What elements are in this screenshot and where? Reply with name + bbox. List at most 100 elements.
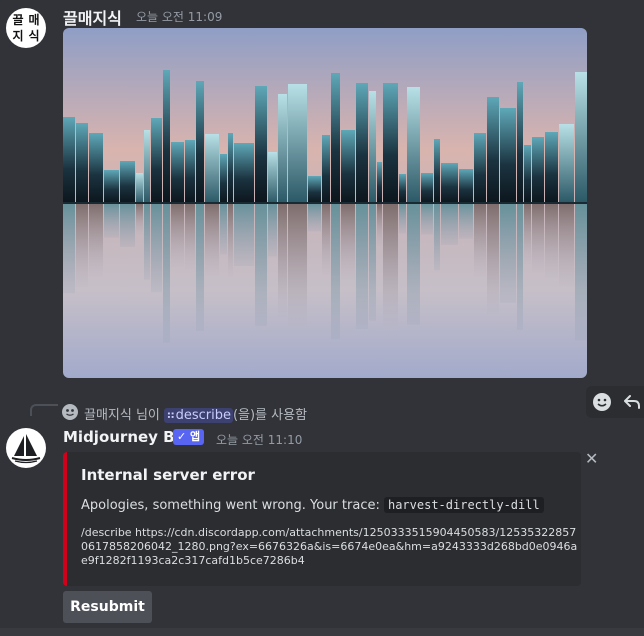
skyline-building bbox=[383, 83, 398, 203]
skyline-building bbox=[524, 145, 531, 203]
skyline-building-reflection bbox=[196, 203, 204, 332]
skyline-building-reflection bbox=[278, 203, 287, 318]
skyline-building bbox=[517, 82, 523, 203]
command-mention[interactable]: ⠶describe bbox=[164, 408, 233, 423]
sailboat-logo-icon bbox=[11, 434, 41, 464]
dismiss-embed-button[interactable]: ✕ bbox=[585, 449, 598, 468]
skyline-building-reflection bbox=[185, 203, 195, 270]
skyline-building bbox=[407, 87, 420, 203]
skyline-building-reflection bbox=[487, 203, 499, 315]
skyline-building-reflection bbox=[441, 203, 458, 245]
bot-avatar[interactable] bbox=[6, 428, 46, 468]
avatar-char-3: 지 bbox=[12, 29, 24, 43]
skyline-building bbox=[575, 72, 587, 203]
skyline-building bbox=[500, 108, 516, 203]
skyline-building-reflection bbox=[63, 203, 75, 294]
user-avatar[interactable]: 끌 매 지 식 bbox=[6, 8, 46, 48]
skyline-building-reflection bbox=[559, 203, 574, 286]
command-user[interactable]: 끌매지식 bbox=[84, 408, 132, 423]
embed-description-text: Apologies, something went wrong. Your tr… bbox=[81, 498, 384, 513]
skyline-building bbox=[399, 174, 406, 203]
command-prefix: 님이 bbox=[131, 408, 165, 423]
skyline-building bbox=[136, 173, 143, 203]
error-embed: Internal server error Apologies, somethi… bbox=[63, 452, 581, 586]
add-reaction-button[interactable] bbox=[588, 388, 616, 416]
command-user-icon bbox=[62, 404, 78, 420]
skyline-building-reflection bbox=[517, 203, 523, 331]
skyline-building bbox=[89, 133, 103, 203]
skyline-building-reflection bbox=[369, 203, 376, 321]
skyline-building bbox=[322, 135, 330, 203]
skyline-building-reflection bbox=[545, 203, 558, 278]
skyline-building-reflection bbox=[220, 203, 227, 255]
resubmit-button[interactable]: Resubmit bbox=[63, 591, 152, 623]
app-badge: ✓ 앱 bbox=[173, 429, 205, 445]
attached-image[interactable] bbox=[63, 28, 587, 378]
embed-title: Internal server error bbox=[81, 466, 255, 484]
embed-description: Apologies, something went wrong. Your tr… bbox=[81, 497, 544, 513]
skyline-building bbox=[308, 176, 321, 203]
skyline-building bbox=[545, 132, 558, 203]
skyline-building bbox=[421, 173, 433, 203]
skyline-building-reflection bbox=[104, 203, 119, 238]
skyline-building-reflection bbox=[383, 203, 398, 329]
command-suffix: (을)를 사용함 bbox=[232, 408, 308, 423]
skyline-building-reflection bbox=[524, 203, 531, 264]
skyline-building bbox=[532, 137, 544, 203]
trace-code: harvest-directly-dill bbox=[383, 497, 544, 513]
command-usage-line: 끌매지식 님이 ⠶describe (을)를 사용함 bbox=[84, 404, 307, 423]
skyline-building-reflection bbox=[500, 203, 516, 303]
skyline-building bbox=[487, 97, 499, 203]
avatar-char-2: 매 bbox=[28, 13, 40, 27]
message-timestamp: 오늘 오전 11:09 bbox=[136, 10, 223, 24]
skyline-building bbox=[234, 143, 254, 203]
skyline-building-reflection bbox=[255, 203, 267, 326]
skyline-building-reflection bbox=[136, 203, 143, 235]
skyline-building bbox=[151, 118, 162, 203]
skyline-building bbox=[255, 86, 267, 203]
skyline-building bbox=[434, 139, 440, 203]
reply-arrow-icon bbox=[624, 395, 640, 409]
skyline-building-reflection bbox=[459, 203, 473, 239]
next-message-strip bbox=[0, 628, 644, 636]
reply-button[interactable] bbox=[618, 388, 644, 416]
skyline-building bbox=[341, 130, 355, 203]
skyline-building-reflection bbox=[377, 203, 382, 247]
skyline-building bbox=[559, 124, 574, 203]
skyline-building bbox=[205, 134, 219, 203]
reply-connector bbox=[30, 404, 58, 416]
smile-emoji-icon bbox=[593, 393, 611, 411]
skyline-building-reflection bbox=[575, 203, 587, 341]
skyline-building-reflection bbox=[331, 203, 340, 340]
slash-command-icon: ⠶ bbox=[166, 408, 176, 423]
skyline-building bbox=[278, 94, 287, 203]
message-username[interactable]: 끌매지식 bbox=[63, 5, 122, 29]
skyline-building-reflection bbox=[76, 203, 88, 287]
avatar-char-1: 끌 bbox=[12, 13, 24, 27]
avatar-char-4: 식 bbox=[28, 29, 40, 43]
bot-message-timestamp: 오늘 오전 11:10 bbox=[216, 433, 303, 447]
skyline-building bbox=[171, 142, 184, 203]
skyline-building bbox=[459, 169, 473, 203]
skyline-building bbox=[120, 161, 135, 203]
skyline-building bbox=[228, 133, 233, 203]
skyline-building-reflection bbox=[434, 203, 440, 271]
skyline-building bbox=[220, 154, 227, 203]
skyline-building-reflection bbox=[399, 203, 406, 234]
skyline-building-reflection bbox=[205, 203, 219, 276]
command-name: describe bbox=[175, 408, 231, 423]
skyline-building-reflection bbox=[322, 203, 330, 275]
skyline-building bbox=[441, 163, 458, 203]
city-skyline-reflection-image bbox=[63, 28, 587, 378]
skyline-building-reflection bbox=[151, 203, 162, 293]
skyline-building-reflection bbox=[268, 203, 277, 257]
skyline-building-reflection bbox=[308, 203, 321, 232]
skyline-building bbox=[104, 170, 119, 203]
skyline-building bbox=[288, 84, 307, 203]
skyline-building-reflection bbox=[89, 203, 103, 277]
skyline-building-reflection bbox=[120, 203, 135, 248]
embed-command-url[interactable]: /describe https://cdn.discordapp.com/att… bbox=[81, 526, 581, 568]
skyline-building bbox=[356, 83, 368, 203]
skyline-building bbox=[163, 70, 170, 203]
skyline-building-reflection bbox=[341, 203, 355, 280]
